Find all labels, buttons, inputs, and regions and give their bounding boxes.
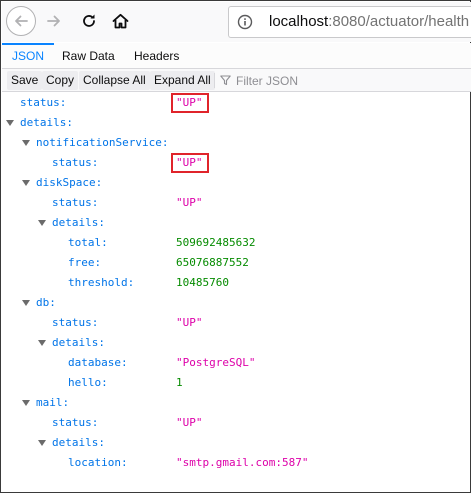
tree-row[interactable]: status: "UP" [1, 193, 471, 213]
tree-row[interactable]: status: "UP" [1, 153, 471, 173]
expand-triangle-icon[interactable] [22, 140, 30, 146]
tree-key: details: [52, 436, 105, 449]
tab-raw-data[interactable]: Raw Data [52, 43, 125, 69]
tree-row[interactable]: location: "smtp.gmail.com:587" [1, 453, 471, 473]
reload-button[interactable] [74, 6, 104, 36]
tree-value: "UP" [176, 416, 203, 429]
filter-placeholder: Filter JSON [236, 73, 299, 88]
tree-row[interactable]: mail: [1, 393, 471, 413]
highlight-box [171, 153, 209, 173]
expand-triangle-icon[interactable] [38, 340, 46, 346]
tab-json[interactable]: JSON [2, 43, 55, 69]
tree-row[interactable]: total: 509692485632 [1, 233, 471, 253]
tree-value: 509692485632 [176, 236, 256, 249]
tab-headers[interactable]: Headers [124, 43, 189, 69]
tree-row[interactable]: status: "UP" [1, 93, 471, 113]
expand-triangle-icon[interactable] [22, 400, 30, 406]
tree-key: details: [20, 116, 73, 129]
expand-triangle-icon[interactable] [22, 300, 30, 306]
tree-key: details: [52, 336, 105, 349]
browser-toolbar: localhost:8080/actuator/health [2, 2, 471, 42]
tree-row[interactable]: details: [1, 113, 471, 133]
tree-key: status: [52, 196, 99, 209]
json-toolbar: Save Copy Collapse All Expand All Filter… [2, 69, 471, 92]
toolbar-divider [214, 73, 215, 88]
tree-row[interactable]: threshold: 10485760 [1, 273, 471, 293]
tree-value: 10485760 [176, 276, 229, 289]
forward-arrow-icon [47, 15, 60, 27]
expand-triangle-icon[interactable] [6, 120, 14, 126]
tree-row[interactable]: details: [1, 433, 471, 453]
tree-key: mail: [36, 396, 70, 409]
expand-triangle-icon[interactable] [38, 440, 46, 446]
tree-value: "smtp.gmail.com:587" [176, 456, 309, 469]
tree-row[interactable]: free: 65076887552 [1, 253, 471, 273]
back-button[interactable] [6, 6, 36, 36]
tree-row[interactable]: details: [1, 333, 471, 353]
browser-window: localhost:8080/actuator/health JSON Raw … [0, 0, 471, 493]
tree-value: "UP" [176, 316, 203, 329]
url-text[interactable]: localhost:8080/actuator/health [269, 13, 469, 30]
copy-button[interactable]: Copy [42, 71, 79, 90]
expand-all-button[interactable]: Expand All [150, 71, 215, 90]
tree-key: status: [52, 156, 99, 169]
tree-key: status: [52, 316, 99, 329]
url-path: :8080/actuator/health [328, 13, 470, 30]
tree-key: details: [52, 216, 105, 229]
tree-key: notificationService: [36, 136, 169, 149]
tree-row[interactable]: diskSpace: [1, 173, 471, 193]
highlight-box [171, 93, 209, 113]
tree-key: db: [36, 296, 56, 309]
tree-key: location: [68, 456, 128, 469]
filter-icon [220, 75, 231, 86]
back-arrow-icon [15, 15, 28, 27]
expand-triangle-icon[interactable] [38, 220, 46, 226]
tree-key: status: [52, 416, 99, 429]
forward-button[interactable] [39, 6, 69, 36]
tree-row[interactable]: details: [1, 213, 471, 233]
tree-key: database: [68, 356, 128, 369]
url-host: localhost [269, 13, 329, 30]
info-icon[interactable] [237, 14, 253, 30]
viewer-tabs: JSON Raw Data Headers [2, 43, 471, 69]
tree-key: diskSpace: [36, 176, 103, 189]
tree-value: "PostgreSQL" [176, 356, 256, 369]
home-button[interactable] [105, 6, 135, 36]
tree-value: 1 [176, 376, 183, 389]
tree-row[interactable]: status: "UP" [1, 313, 471, 333]
reload-icon [83, 14, 95, 27]
tree-row[interactable]: db: [1, 293, 471, 313]
filter-json-input[interactable]: Filter JSON [220, 71, 298, 90]
tree-row[interactable]: hello: 1 [1, 373, 471, 393]
tree-row[interactable]: status: "UP" [1, 413, 471, 433]
tree-key: hello: [68, 376, 108, 389]
tree-value: "UP" [176, 196, 203, 209]
expand-triangle-icon[interactable] [22, 180, 30, 186]
save-button[interactable]: Save [7, 71, 43, 90]
tree-key: total: [68, 236, 108, 249]
tree-row[interactable]: database: "PostgreSQL" [1, 353, 471, 373]
tree-value: 65076887552 [176, 256, 249, 269]
home-icon [112, 13, 128, 29]
tree-key: free: [68, 256, 102, 269]
url-bar[interactable]: localhost:8080/actuator/health [228, 6, 471, 38]
tree-key: threshold: [68, 276, 135, 289]
tree-row[interactable]: notificationService: [1, 133, 471, 153]
tree-key: status: [20, 96, 67, 109]
collapse-all-button[interactable]: Collapse All [79, 71, 150, 90]
